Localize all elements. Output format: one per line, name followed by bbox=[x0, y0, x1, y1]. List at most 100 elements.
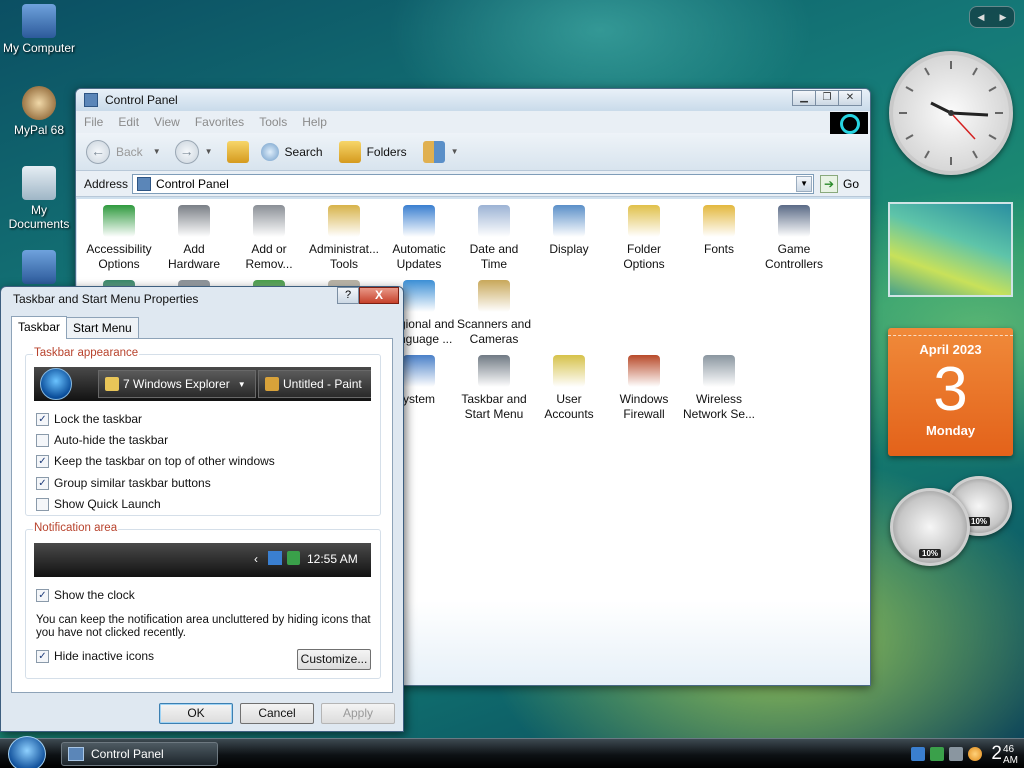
go-button[interactable]: ➔ Go bbox=[820, 174, 859, 193]
up-folder-icon[interactable] bbox=[226, 140, 249, 163]
tab-start-menu[interactable]: Start Menu bbox=[66, 317, 139, 340]
control-panel-item[interactable]: Display bbox=[531, 205, 607, 257]
search-tray-icon[interactable] bbox=[968, 747, 983, 761]
views-dropdown-icon[interactable]: ▼ bbox=[451, 147, 459, 156]
help-button[interactable]: ? bbox=[337, 287, 359, 304]
control-panel-item[interactable]: Administrat... Tools bbox=[306, 205, 382, 272]
folders-icon[interactable] bbox=[338, 140, 361, 163]
taskbar-clock[interactable]: 2 46 AM bbox=[991, 742, 1018, 766]
scanner-icon bbox=[478, 280, 510, 312]
quick-launch-checkbox[interactable] bbox=[36, 497, 49, 511]
menu-file[interactable]: File bbox=[84, 115, 103, 129]
show-clock-option[interactable]: ✓ Show the clock bbox=[36, 588, 135, 602]
auto-hide-option[interactable]: Auto-hide the taskbar bbox=[36, 433, 168, 447]
control-panel-icon bbox=[84, 93, 98, 107]
folders-button[interactable]: Folders bbox=[367, 145, 407, 159]
auto-hide-checkbox[interactable] bbox=[36, 433, 49, 447]
back-arrow-icon[interactable]: ← bbox=[86, 139, 110, 164]
control-panel-item[interactable]: Accessibility Options bbox=[81, 205, 157, 272]
control-panel-item-label: Windows Firewall bbox=[619, 392, 669, 421]
globe-clock-icon bbox=[403, 280, 435, 312]
clock-hour: 2 bbox=[991, 743, 1002, 764]
control-panel-item[interactable]: User Accounts bbox=[531, 355, 607, 422]
menu-bar: File Edit View Favorites Tools Help bbox=[76, 111, 870, 134]
sidebar-nav[interactable]: ◀ ▶ bbox=[969, 6, 1015, 28]
speaker-tray-icon[interactable] bbox=[949, 747, 964, 761]
control-panel-icon bbox=[68, 747, 84, 761]
tab-taskbar[interactable]: Taskbar bbox=[11, 316, 68, 339]
window-titlebar[interactable]: Control Panel ▁ ❐ ✕ bbox=[76, 89, 870, 111]
control-panel-item[interactable]: Windows Firewall bbox=[606, 355, 682, 422]
shield-tray-icon[interactable] bbox=[930, 747, 945, 761]
start-button[interactable] bbox=[8, 736, 46, 768]
hide-inactive-option[interactable]: ✓ Hide inactive icons bbox=[36, 649, 154, 663]
show-clock-checkbox[interactable]: ✓ bbox=[36, 588, 49, 602]
control-panel-item[interactable]: Folder Options bbox=[606, 205, 682, 272]
lock-taskbar-option[interactable]: ✓ Lock the taskbar bbox=[36, 412, 142, 426]
desktop-icon-my-computer[interactable]: My Computer bbox=[1, 4, 77, 55]
cpu-meter-gadget[interactable]: 10% bbox=[890, 488, 970, 566]
customize-button[interactable]: Customize... bbox=[297, 649, 371, 670]
system-tray: 2 46 AM bbox=[911, 739, 1024, 768]
control-panel-item[interactable]: Date and Time bbox=[456, 205, 532, 272]
control-panel-item-label: Scanners and Cameras bbox=[456, 317, 532, 346]
search-icon[interactable] bbox=[260, 142, 279, 161]
calendar-gadget[interactable]: April 2023 3 Monday bbox=[888, 328, 1013, 456]
close-button[interactable]: ✕ bbox=[838, 90, 862, 106]
group-buttons-option[interactable]: ✓ Group similar taskbar buttons bbox=[36, 476, 211, 490]
network-tray-icon[interactable] bbox=[911, 747, 926, 761]
search-button[interactable]: Search bbox=[285, 145, 323, 159]
desktop-icon-my-documents[interactable]: My Documents bbox=[1, 166, 77, 231]
next-arrow-icon[interactable]: ▶ bbox=[1000, 12, 1007, 23]
address-field[interactable]: Control Panel ▼ bbox=[132, 173, 815, 194]
desktop-icon-label: MyPal 68 bbox=[13, 123, 65, 137]
control-panel-item[interactable]: Fonts bbox=[681, 205, 757, 257]
menu-edit[interactable]: Edit bbox=[118, 115, 139, 129]
quick-launch-option[interactable]: Show Quick Launch bbox=[36, 497, 161, 511]
address-dropdown-icon[interactable]: ▼ bbox=[796, 175, 813, 192]
cancel-button[interactable]: Cancel bbox=[240, 703, 314, 724]
network-tray-icon bbox=[268, 551, 282, 565]
back-label[interactable]: Back bbox=[116, 145, 143, 159]
hardware-icon bbox=[178, 205, 210, 237]
control-panel-item[interactable]: Add or Remov... bbox=[231, 205, 307, 272]
taskbar-appearance-group: Taskbar appearance 7 Windows Explorer ▼ … bbox=[25, 347, 381, 516]
keep-on-top-option[interactable]: ✓ Keep the taskbar on top of other windo… bbox=[36, 454, 275, 468]
hide-inactive-checkbox[interactable]: ✓ bbox=[36, 649, 49, 663]
lock-taskbar-checkbox[interactable]: ✓ bbox=[36, 412, 49, 426]
control-panel-item[interactable]: Game Controllers bbox=[756, 205, 832, 272]
notification-area-label: Notification area bbox=[33, 522, 119, 534]
menu-favorites[interactable]: Favorites bbox=[195, 115, 244, 129]
control-panel-item[interactable]: Scanners and Cameras bbox=[456, 280, 532, 347]
notification-info-text: You can keep the notification area unclu… bbox=[36, 614, 371, 639]
taskbar-tab-panel: Taskbar appearance 7 Windows Explorer ▼ … bbox=[11, 338, 393, 693]
apply-button[interactable]: Apply bbox=[321, 703, 395, 724]
back-dropdown-icon[interactable]: ▼ bbox=[153, 147, 161, 156]
control-panel-item[interactable]: Taskbar and Start Menu bbox=[456, 355, 532, 422]
desktop-icon-mypal[interactable]: MyPal 68 bbox=[1, 86, 77, 137]
menu-view[interactable]: View bbox=[154, 115, 180, 129]
firewall-icon bbox=[628, 355, 660, 387]
dialog-close-button[interactable]: X bbox=[359, 287, 399, 304]
taskbar-button-control-panel[interactable]: Control Panel bbox=[61, 742, 218, 766]
previous-arrow-icon[interactable]: ◀ bbox=[978, 12, 985, 23]
forward-dropdown-icon[interactable]: ▼ bbox=[205, 147, 213, 156]
menu-help[interactable]: Help bbox=[302, 115, 327, 129]
desktop-icon-label: My Documents bbox=[8, 203, 70, 231]
group-buttons-checkbox[interactable]: ✓ bbox=[36, 476, 49, 490]
clock-gadget[interactable] bbox=[889, 51, 1013, 175]
desktop-icon-network[interactable] bbox=[1, 250, 77, 287]
ok-button[interactable]: OK bbox=[159, 703, 233, 724]
views-icon[interactable] bbox=[422, 140, 445, 163]
keep-on-top-checkbox[interactable]: ✓ bbox=[36, 454, 49, 468]
chevron-left-icon: ‹ bbox=[254, 552, 258, 566]
minimize-button[interactable]: ▁ bbox=[792, 90, 816, 106]
control-panel-item[interactable]: Automatic Updates bbox=[381, 205, 457, 272]
slideshow-gadget[interactable] bbox=[888, 202, 1013, 297]
taskbar-properties-dialog[interactable]: Taskbar and Start Menu Properties ? X Ta… bbox=[0, 286, 404, 732]
control-panel-item[interactable]: Wireless Network Se... bbox=[681, 355, 757, 422]
forward-arrow-icon[interactable]: → bbox=[174, 139, 199, 164]
maximize-button[interactable]: ❐ bbox=[815, 90, 839, 106]
control-panel-item[interactable]: Add Hardware bbox=[156, 205, 232, 272]
menu-tools[interactable]: Tools bbox=[259, 115, 287, 129]
